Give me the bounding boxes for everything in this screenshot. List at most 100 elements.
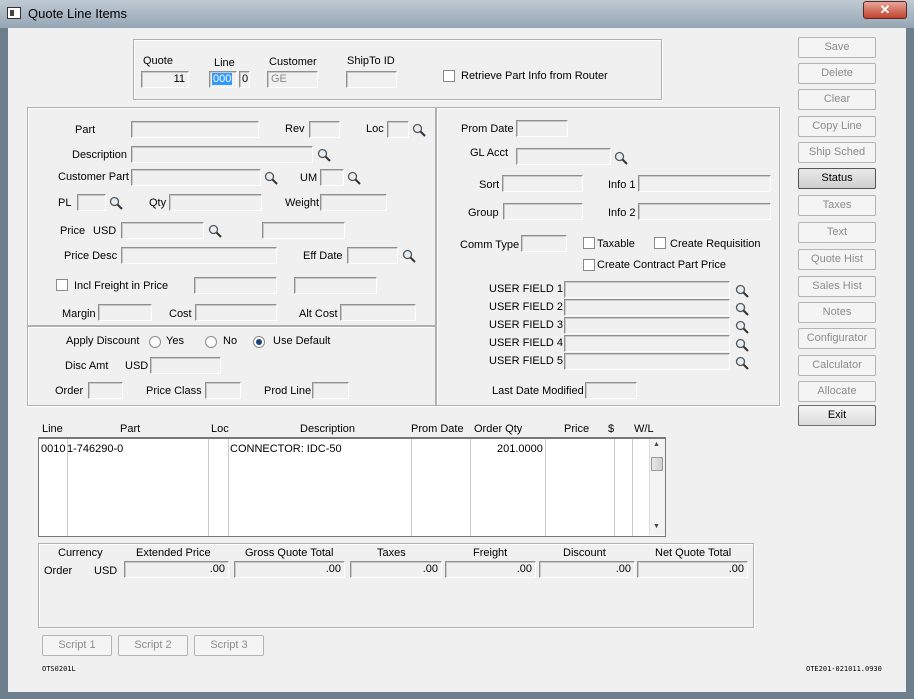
eff-date-label: Eff Date: [303, 250, 343, 262]
customer-input[interactable]: GE: [267, 71, 318, 88]
gl-acct-input[interactable]: [516, 148, 611, 165]
scroll-down-icon[interactable]: ▼: [653, 523, 660, 530]
eff-date-input[interactable]: [347, 247, 398, 264]
taxable-checkbox[interactable]: [583, 237, 595, 249]
price-search-icon[interactable]: [208, 224, 222, 238]
create-contract-checkbox[interactable]: [583, 259, 595, 271]
shipto-input[interactable]: [346, 71, 397, 88]
user-field-1-search-icon[interactable]: [735, 284, 749, 298]
user-field-1-input[interactable]: [564, 281, 730, 298]
create-requisition-checkbox[interactable]: [654, 237, 666, 249]
taxes-button[interactable]: Taxes: [798, 195, 876, 216]
price-input[interactable]: [121, 222, 204, 239]
allocate-button[interactable]: Allocate: [798, 381, 876, 402]
retrieve-part-checkbox[interactable]: [443, 70, 455, 82]
scroll-up-icon[interactable]: ▲: [653, 441, 660, 448]
um-input[interactable]: [320, 169, 344, 186]
prod-line-input[interactable]: [312, 382, 349, 399]
window: Quote Line Items ✕ Quote 11 Line 000 0 C…: [0, 0, 914, 699]
totals-currency-label: Currency: [58, 547, 103, 559]
incl-freight-input-2[interactable]: [294, 277, 377, 294]
text-button[interactable]: Text: [798, 222, 876, 243]
loc-input[interactable]: [387, 121, 409, 138]
discount-no-radio[interactable]: [205, 336, 217, 348]
notes-button[interactable]: Notes: [798, 302, 876, 323]
incl-freight-checkbox[interactable]: [56, 279, 68, 291]
table-row[interactable]: 0010 1-746290-0 CONNECTOR: IDC-50 201.00…: [41, 441, 631, 457]
qty-input[interactable]: [169, 194, 262, 211]
user-field-4-search-icon[interactable]: [735, 338, 749, 352]
user-field-2-search-icon[interactable]: [735, 302, 749, 316]
gross-total-value: .00: [234, 561, 345, 578]
price-class-input[interactable]: [205, 382, 241, 399]
user-field-5-input[interactable]: [564, 353, 730, 370]
user-field-2-input[interactable]: [564, 299, 730, 316]
totals-net-total-label: Net Quote Total: [655, 547, 732, 559]
calculator-button[interactable]: Calculator: [798, 355, 876, 376]
row-order-qty: 201.0000: [497, 443, 543, 455]
save-button[interactable]: Save: [798, 37, 876, 58]
weight-input[interactable]: [320, 194, 387, 211]
user-field-4-label: USER FIELD 4: [489, 337, 563, 349]
line-sub-input[interactable]: 0: [239, 71, 250, 88]
order-input[interactable]: [88, 382, 123, 399]
loc-search-icon[interactable]: [412, 123, 426, 137]
rev-input[interactable]: [309, 121, 340, 138]
price-desc-label: Price Desc: [64, 250, 118, 262]
script-2-button[interactable]: Script 2: [118, 635, 188, 656]
totals-discount-label: Discount: [563, 547, 606, 559]
script-3-button[interactable]: Script 3: [194, 635, 264, 656]
customer-part-label: Customer Part: [58, 171, 129, 183]
alt-cost-input[interactable]: [340, 304, 416, 321]
price-desc-input[interactable]: [121, 247, 277, 264]
discount-yes-radio[interactable]: [149, 336, 161, 348]
disc-currency-label: USD: [125, 360, 149, 372]
info1-input[interactable]: [638, 175, 771, 192]
incl-freight-input[interactable]: [194, 277, 277, 294]
sort-input[interactable]: [502, 175, 583, 192]
clear-button[interactable]: Clear: [798, 89, 876, 110]
sales-hist-button[interactable]: Sales Hist: [798, 276, 876, 297]
quote-hist-button[interactable]: Quote Hist: [798, 249, 876, 270]
configurator-button[interactable]: Configurator: [798, 328, 876, 349]
um-search-icon[interactable]: [347, 171, 361, 185]
scroll-thumb[interactable]: [651, 457, 663, 471]
cost-input[interactable]: [195, 304, 277, 321]
pl-input[interactable]: [77, 194, 106, 211]
disc-amt-input[interactable]: [150, 357, 221, 374]
eff-date-search-icon[interactable]: [402, 249, 416, 263]
prom-date-input[interactable]: [516, 120, 568, 137]
close-button[interactable]: ✕: [863, 1, 907, 19]
customer-part-input[interactable]: [131, 169, 261, 186]
ship-sched-button[interactable]: Ship Sched: [798, 142, 876, 163]
customer-part-search-icon[interactable]: [264, 171, 278, 185]
info2-input[interactable]: [638, 203, 771, 220]
copy-line-button[interactable]: Copy Line: [798, 116, 876, 137]
last-date-modified-input[interactable]: [585, 382, 637, 399]
margin-input[interactable]: [98, 304, 152, 321]
script-1-button[interactable]: Script 1: [42, 635, 112, 656]
user-field-4-input[interactable]: [564, 335, 730, 352]
quote-input[interactable]: 11: [141, 71, 189, 88]
description-search-icon[interactable]: [317, 148, 331, 162]
description-input[interactable]: [131, 146, 313, 163]
price-extra-input[interactable]: [262, 222, 345, 239]
exit-button[interactable]: Exit: [798, 405, 876, 426]
gl-acct-search-icon[interactable]: [614, 151, 628, 165]
freight-value: .00: [445, 561, 536, 578]
comm-type-input[interactable]: [521, 235, 567, 252]
table-scrollbar[interactable]: ▲ ▼: [649, 439, 665, 535]
discount-use-default-label: Use Default: [273, 335, 331, 347]
part-input[interactable]: [131, 121, 259, 138]
col-currency: $: [608, 423, 615, 435]
user-field-3-search-icon[interactable]: [735, 320, 749, 334]
status-button[interactable]: Status: [798, 168, 876, 189]
line-input[interactable]: 000: [209, 71, 237, 88]
user-field-5-search-icon[interactable]: [735, 356, 749, 370]
group-input[interactable]: [503, 203, 583, 220]
discount-use-default-radio[interactable]: [253, 336, 265, 348]
disc-amt-label: Disc Amt: [65, 360, 109, 372]
user-field-3-input[interactable]: [564, 317, 730, 334]
delete-button[interactable]: Delete: [798, 63, 876, 84]
pl-search-icon[interactable]: [109, 196, 123, 210]
